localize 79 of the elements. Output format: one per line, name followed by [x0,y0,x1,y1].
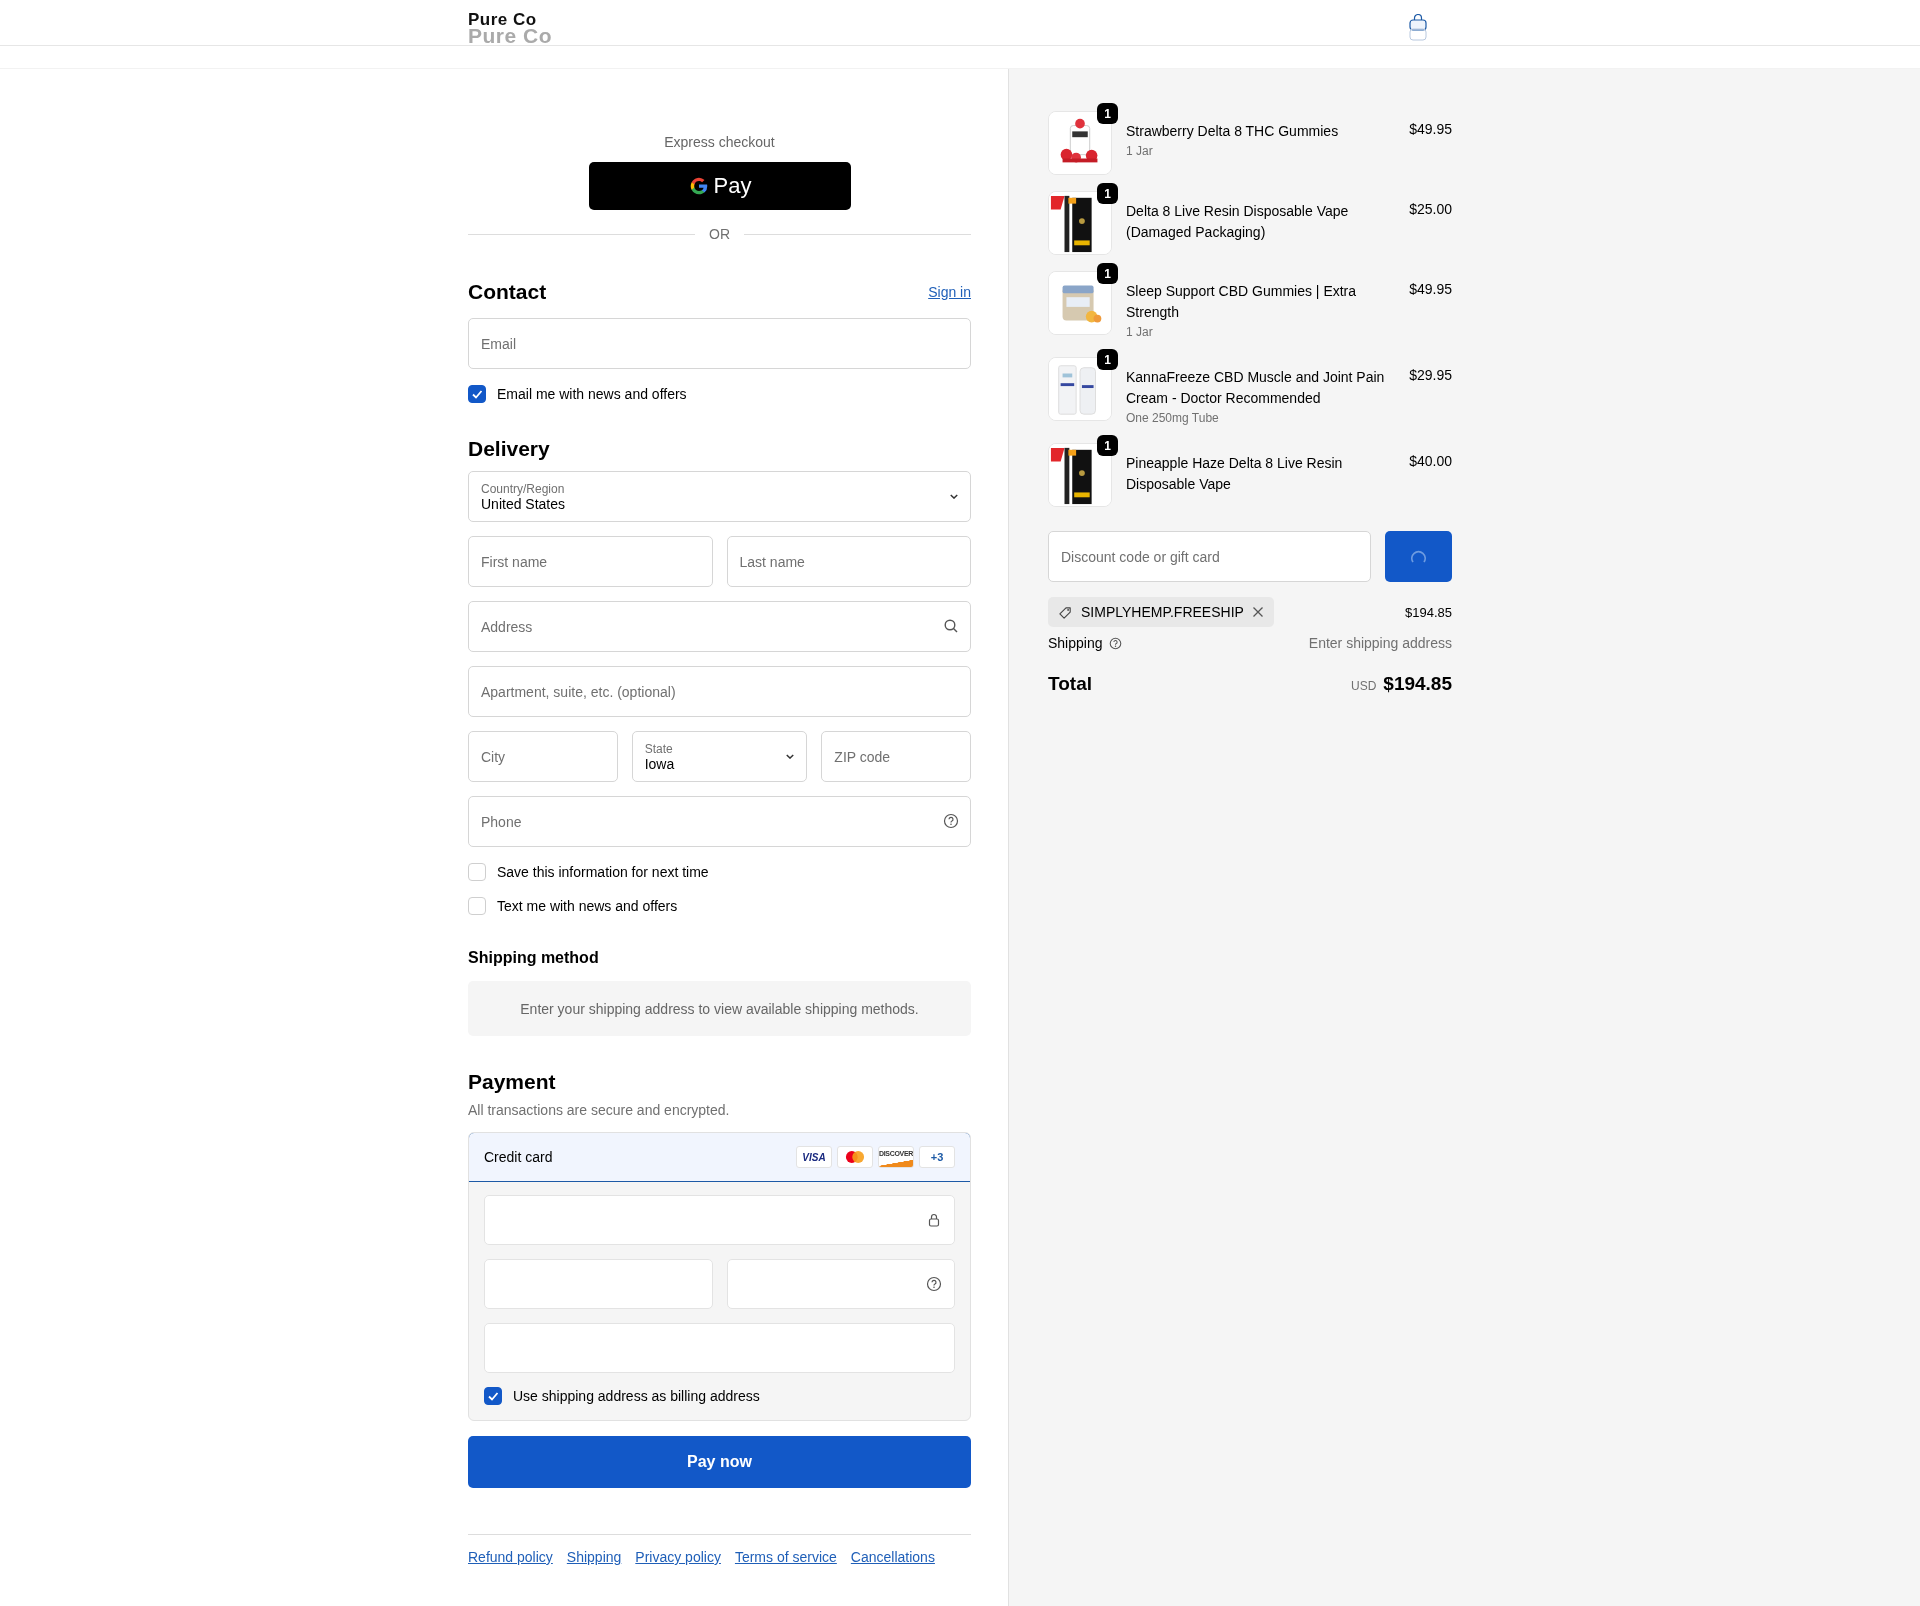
product-price: $25.00 [1409,200,1452,217]
input-field[interactable]: Apartment, suite, etc. (optional) [468,666,971,717]
product-price: $40.00 [1409,452,1452,469]
quantity-badge: 1 [1097,103,1118,124]
discount-tag: SIMPLYHEMP.FREESHIP [1048,597,1274,627]
phone-field[interactable]: Phone [468,796,971,847]
visa-logo: VISA [796,1146,832,1168]
product-variant: 1 Jar [1126,143,1154,160]
apply-button[interactable] [1385,531,1452,582]
email-field[interactable]: Email [468,318,971,369]
footer-link[interactable]: Privacy policy [635,1549,721,1565]
checkbox-label: Email me with news and offers [497,386,687,402]
shipping-method-notice: Enter your shipping address to view available shipping methods. [468,981,971,1036]
help-icon [943,813,959,829]
close-icon[interactable] [1251,606,1264,618]
lock-icon [926,1212,942,1228]
checkbox[interactable] [484,1387,502,1405]
product-name: Strawberry Delta 8 THC Gummies [1126,122,1340,141]
contact-heading: Contact [468,280,547,304]
dropdown[interactable]: State Iowa [631,731,808,782]
chevron-down-icon [786,754,795,759]
pay-now-button[interactable]: Pay now [468,1436,971,1488]
payment-heading: Payment [468,1070,557,1094]
express-checkout-heading: Express checkout [663,134,776,150]
tag-icon [1058,604,1073,620]
total-value: $194.85 [1383,673,1452,695]
total-label: Total [1048,673,1092,695]
product-variant: 1 Jar [1126,324,1154,341]
google-pay-button[interactable]: Pay [588,162,851,210]
expiry-field[interactable] [484,1259,713,1309]
checkbox-label: Save this information for next time [497,864,709,880]
quantity-badge: 1 [1097,183,1118,204]
discount-code-field[interactable]: Discount code or gift card [1048,531,1371,582]
address-field[interactable]: Address [468,601,971,652]
checkbox-label: Text me with news and offers [497,898,678,914]
input-field[interactable]: City [468,731,618,782]
product-name: KannaFreeze CBD Muscle and Joint Pain Cream - Doctor Recommended [1126,368,1386,408]
loading-spinner-icon [1411,550,1426,563]
help-icon[interactable] [1108,636,1122,650]
name-on-card-field[interactable] [484,1323,955,1373]
delivery-heading: Delivery [468,437,551,461]
quantity-badge: 1 [1097,263,1118,284]
input-field[interactable]: First name [468,536,713,587]
product-variant: One 250mg Tube [1126,410,1220,427]
or-divider-label: OR [709,226,730,242]
payment-subtitle: All transactions are secure and encrypted. [468,1102,731,1118]
product-price: $49.95 [1409,120,1452,137]
help-icon [926,1276,942,1292]
store-logo-shadow: Pure Co [468,26,552,44]
product-price: $49.95 [1409,280,1452,297]
search-icon [943,618,959,634]
card-number-field[interactable] [484,1195,955,1245]
input-field[interactable]: ZIP code [821,731,971,782]
shipping-value: Enter shipping address [1308,635,1452,651]
quantity-badge: 1 [1097,435,1118,456]
product-price: $29.95 [1409,366,1452,383]
sign-in-link[interactable]: Sign in [928,284,971,300]
subtotal-value: $194.85 [1405,604,1452,620]
dropdown[interactable]: Country/Region United States [468,471,971,522]
product-name: Sleep Support CBD Gummies | Extra Strength [1126,282,1358,322]
shipping-label: Shipping [1048,635,1103,651]
product-name: Delta 8 Live Resin Disposable Vape (Damaged Packaging) [1126,202,1350,242]
input-field[interactable]: Last name [726,536,971,587]
currency-code: USD [1350,679,1377,693]
chevron-down-icon [950,494,958,499]
product-name: Pineapple Haze Delta 8 Live Resin Disposable Vape [1126,454,1344,494]
store-logo[interactable]: Pure Co [468,11,537,27]
footer-link[interactable]: Shipping [566,1549,622,1565]
security-code-field[interactable] [726,1259,955,1309]
checkbox[interactable] [468,385,486,403]
more-brands-badge: +3 [919,1146,955,1168]
shipping-method-heading: Shipping method [468,949,600,967]
shopping-bag-icon[interactable] [1408,13,1428,42]
checkbox-label: Use shipping address as billing address [513,1388,760,1404]
footer-link[interactable]: Refund policy [468,1549,553,1565]
footer-link[interactable]: Terms of service [734,1549,837,1565]
mastercard-logo [837,1146,873,1168]
quantity-badge: 1 [1097,349,1118,370]
footer-link[interactable]: Cancellations [850,1549,935,1565]
